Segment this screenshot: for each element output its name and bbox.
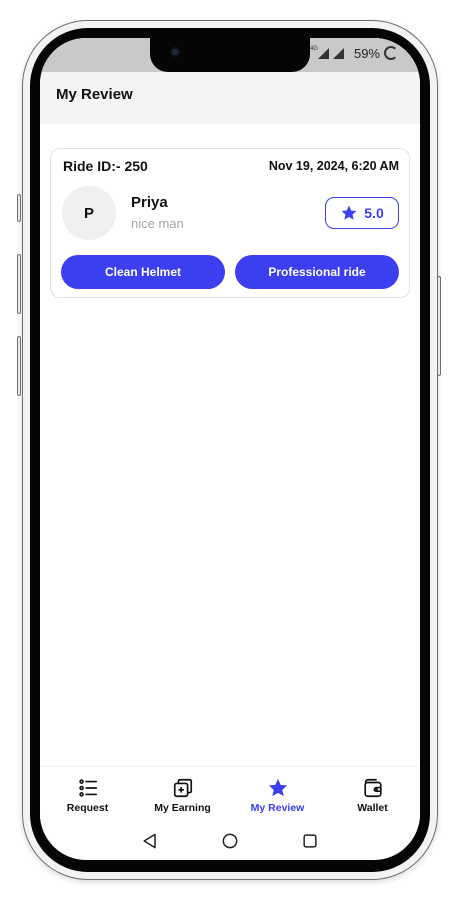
ride-date: Nov 19, 2024, 6:20 AM (268, 159, 399, 173)
wallet-icon (363, 778, 382, 798)
phone-side-button-mute (17, 194, 21, 222)
network-type-label: 4G (309, 46, 318, 52)
nav-label-wallet: Wallet (357, 802, 388, 814)
system-nav-bar (40, 828, 420, 860)
phone-side-button-volume-down (17, 336, 21, 396)
star-icon (268, 779, 287, 797)
bottom-nav: Request My Earning My Review Wallet (40, 766, 420, 824)
tag-professional-ride[interactable]: Professional ride (235, 255, 399, 289)
phone-side-button-power (437, 276, 441, 376)
tag-clean-helmet[interactable]: Clean Helmet (61, 255, 225, 289)
earning-icon (173, 778, 192, 798)
front-camera (170, 47, 180, 57)
ride-id: Ride ID:- 250 (63, 158, 148, 174)
app-screen: 4G 59% My Review Ride ID:- 250 Nov 19, 2… (40, 38, 420, 860)
phone-side-button-volume-up (17, 254, 21, 314)
home-icon[interactable] (220, 831, 240, 851)
avatar-initial: P (83, 204, 94, 222)
nav-label-request: Request (66, 802, 109, 814)
nav-item-my-review[interactable]: My Review (230, 767, 325, 824)
nav-item-request[interactable]: Request (40, 767, 135, 824)
rating-badge: 5.0 (325, 197, 399, 229)
review-card[interactable]: Ride ID:- 250 Nov 19, 2024, 6:20 AM P Pr… (50, 148, 410, 298)
star-icon (341, 205, 357, 220)
review-comment: nice man (131, 216, 184, 231)
nav-label-my-review: My Review (250, 802, 305, 814)
signal-icon (317, 47, 329, 59)
camera-notch (150, 38, 310, 72)
nav-item-my-earning[interactable]: My Earning (135, 767, 230, 824)
reviewer-name: Priya (131, 194, 168, 211)
nav-label-my-earning: My Earning (154, 802, 211, 814)
battery-percent: 59% (353, 45, 380, 61)
rating-value: 5.0 (364, 205, 384, 221)
signal-icon-2 (332, 47, 344, 59)
header: 4G 59% My Review (40, 38, 420, 124)
back-icon[interactable] (140, 831, 160, 851)
recents-icon[interactable] (300, 831, 320, 851)
page-title: My Review (56, 86, 133, 103)
battery-icon (384, 46, 398, 60)
avatar: P (62, 186, 116, 240)
status-indicators: 4G 59% (310, 44, 398, 62)
nav-item-wallet[interactable]: Wallet (325, 767, 420, 824)
list-icon (78, 779, 97, 797)
